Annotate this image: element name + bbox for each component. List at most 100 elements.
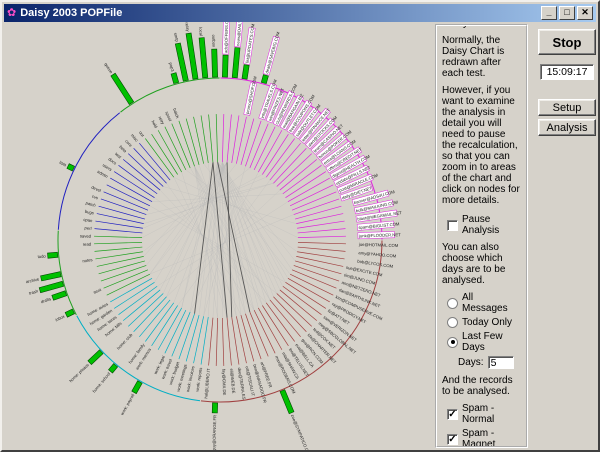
days-input[interactable]: 5 xyxy=(488,356,514,369)
chart-node[interactable]: misc xyxy=(130,133,170,180)
node-label: eli@WEB.DE xyxy=(229,368,236,394)
node-label: promo@SHOP.COM xyxy=(244,75,258,115)
checkbox-icon[interactable] xyxy=(447,409,458,420)
node-label: deals@SAVEBIG.COM xyxy=(263,30,281,75)
node-bar xyxy=(261,75,268,84)
daisy-chart[interactable]: ads@OFFERS.COMnews@DAILY.NETlist@UPDATES… xyxy=(4,22,436,452)
days-label: Days: xyxy=(458,357,484,368)
chart-node[interactable]: cat@TISCALI.IT xyxy=(236,316,256,397)
radio-icon[interactable] xyxy=(447,317,458,328)
chart-node[interactable]: promo@SHOP.COM xyxy=(236,75,258,164)
radio-icon[interactable] xyxy=(447,298,458,309)
chart-node[interactable]: queue xyxy=(103,62,177,175)
chart-node[interactable]: notes xyxy=(82,252,143,264)
node-bar xyxy=(41,272,62,281)
node-bar xyxy=(222,55,228,77)
chart-node[interactable]: eli@WEB.DE xyxy=(227,318,236,394)
chart-node[interactable]: hal@LIBERO.IT xyxy=(203,318,213,399)
node-label: guy@ORANGE.FR xyxy=(211,415,217,451)
radio-icon[interactable] xyxy=(447,337,458,348)
radio-last-few-days[interactable]: Last Few Days xyxy=(447,331,521,353)
close-button[interactable]: ✕ xyxy=(577,6,593,20)
node-bar xyxy=(88,350,103,365)
checkbox-spam-magnet[interactable]: Spam - Magnet xyxy=(447,428,521,448)
node-label: archive xyxy=(25,276,40,284)
chart-node[interactable]: perl xyxy=(84,225,142,233)
node-bar xyxy=(232,48,240,78)
node-label: relay xyxy=(184,22,190,33)
chart-node[interactable]: guy@ORANGE.FR xyxy=(211,318,217,451)
title-bar[interactable]: ✿ Daisy 2003 POPFile _ □ ✕ xyxy=(4,4,596,22)
radio-today-only[interactable]: Today Only xyxy=(447,317,521,328)
maximize-button[interactable]: □ xyxy=(559,6,575,20)
chart-node[interactable]: core xyxy=(124,138,166,183)
node-label: outbox xyxy=(211,34,216,48)
chart-node[interactable]: retry xyxy=(158,115,186,169)
node-label: retry xyxy=(158,115,167,126)
svg-text:fay@GMX.DE: fay@GMX.DE xyxy=(221,369,227,396)
checkbox-icon[interactable] xyxy=(447,434,458,445)
app-icon: ✿ xyxy=(7,8,16,19)
chart-node[interactable]: out xyxy=(138,130,174,177)
svg-text:hold: hold xyxy=(150,120,159,130)
chart-node[interactable]: junk@FLOODER.NET xyxy=(298,231,401,239)
app-window: ✿ Daisy 2003 POPFile _ □ ✕ ads@OFFERS.CO… xyxy=(0,0,600,452)
node-label: perl xyxy=(84,225,91,231)
chart-node[interactable]: cvs xyxy=(91,194,146,215)
svg-text:dee@TERRA.ES: dee@TERRA.ES xyxy=(237,367,247,400)
chart-node[interactable]: home: photos xyxy=(68,293,163,383)
checkbox-spam-normal[interactable]: Spam - Normal xyxy=(447,403,521,425)
node-label: spool xyxy=(164,111,172,122)
chart-node[interactable]: admin xyxy=(96,169,152,202)
node-label: bugs xyxy=(84,209,94,216)
node-bar xyxy=(175,43,188,81)
groupbox-legend: Analysis Control xyxy=(441,24,517,29)
chart-node[interactable]: joe@HOTMAIL.COM xyxy=(298,242,399,248)
svg-text:admin: admin xyxy=(96,169,109,179)
daisy-chart-svg[interactable]: ads@OFFERS.COMnews@DAILY.NETlist@UPDATES… xyxy=(4,22,436,452)
chart-node[interactable]: users xyxy=(102,162,155,197)
node-label: admin xyxy=(96,169,109,179)
checkbox-icon[interactable] xyxy=(447,220,458,231)
svg-text:inbox: inbox xyxy=(54,313,66,322)
chart-node[interactable]: beta xyxy=(118,144,163,186)
chart-node[interactable]: saved xyxy=(80,233,142,238)
chart-node[interactable]: docs xyxy=(107,156,157,193)
node-bar xyxy=(132,381,142,394)
pause-analysis-label: Pause Analysis xyxy=(462,214,521,236)
node-label: drafts xyxy=(40,296,52,304)
chart-node[interactable]: hold xyxy=(150,120,181,173)
node-label: home: club xyxy=(116,332,134,351)
node-label: sent xyxy=(93,287,103,295)
node-bar xyxy=(186,33,198,79)
svg-text:notes: notes xyxy=(82,257,93,263)
pause-analysis-checkbox[interactable]: Pause Analysis xyxy=(447,214,521,236)
svg-text:deals@SAVEBIG.COM: deals@SAVEBIG.COM xyxy=(264,31,281,75)
chart-node[interactable]: fay@GMX.DE xyxy=(221,318,227,396)
chart-node[interactable]: spam@BIGLIST.COM xyxy=(298,220,400,232)
chart-node[interactable]: read xyxy=(83,241,142,246)
svg-text:home: photos: home: photos xyxy=(68,362,90,383)
analysis-control-groupbox: Analysis Control Normally, the Daisy Cha… xyxy=(435,24,528,448)
analysis-button[interactable]: Analysis xyxy=(538,119,596,136)
radio-all-messages[interactable]: All Messages xyxy=(447,292,521,314)
setup-button[interactable]: Setup xyxy=(538,99,596,116)
radio-all-messages-label: All Messages xyxy=(462,292,521,314)
svg-text:joe@HOTMAIL.COM: joe@HOTMAIL.COM xyxy=(358,242,399,248)
node-label: zoe@SYMPATICO.CA xyxy=(290,414,311,452)
svg-text:outbox: outbox xyxy=(211,34,216,48)
chart-node[interactable]: outbox xyxy=(211,34,217,162)
chart-node[interactable]: cpan xyxy=(83,217,143,228)
group-arc-folders xyxy=(58,231,76,315)
chart-node[interactable]: sent xyxy=(93,270,148,295)
chart-node[interactable]: home: taxes xyxy=(96,286,157,332)
node-label: news@DAILY.NET xyxy=(234,22,243,47)
chart-node[interactable]: smtp xyxy=(173,32,204,164)
svg-text:eli@WEB.DE: eli@WEB.DE xyxy=(229,368,236,394)
chart-node[interactable]: local xyxy=(198,27,213,162)
svg-text:sent: sent xyxy=(93,287,103,295)
minimize-button[interactable]: _ xyxy=(541,6,557,20)
svg-text:devel: devel xyxy=(91,185,102,193)
node-label: test xyxy=(114,151,123,160)
stop-button[interactable]: Stop xyxy=(538,29,596,55)
